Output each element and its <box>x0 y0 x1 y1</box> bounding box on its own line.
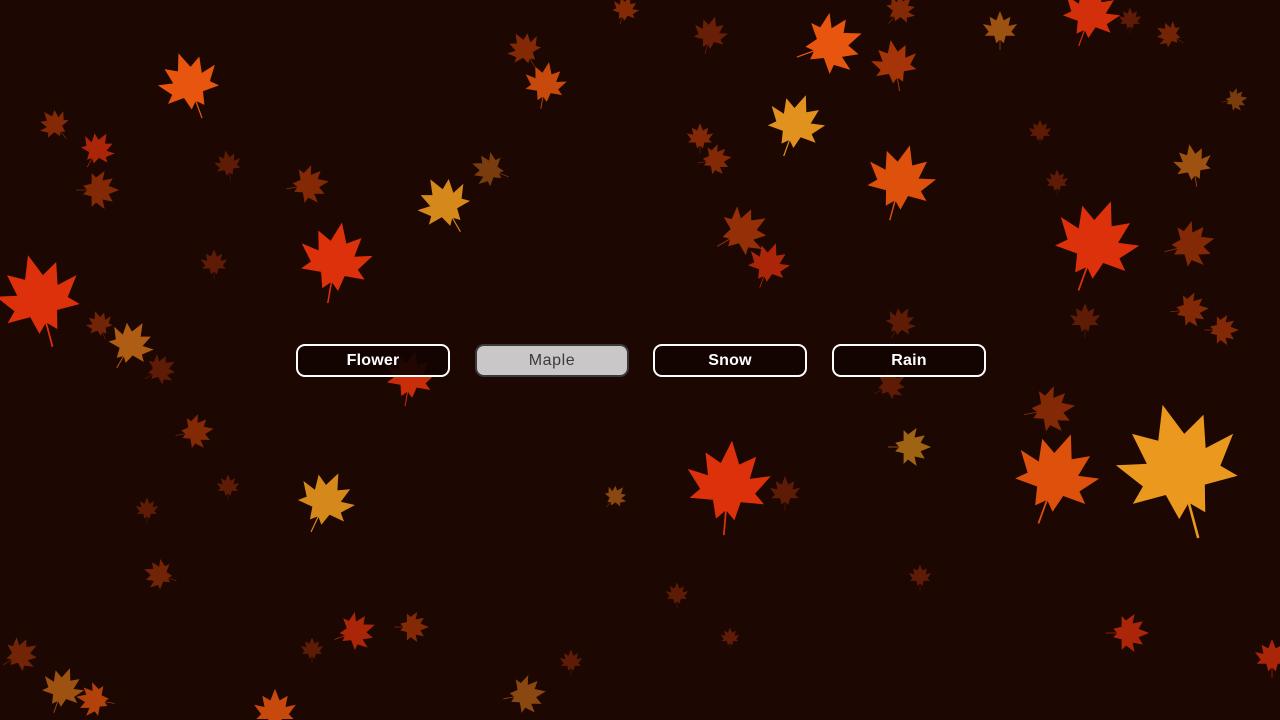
maple-leaf <box>75 171 119 209</box>
maple-leaf <box>293 217 377 311</box>
maple-leaf <box>282 163 332 208</box>
maple-leaf <box>694 142 734 178</box>
falling-leaves-scene: Flower Maple Snow Rain <box>0 0 1280 720</box>
maple-leaf <box>597 480 632 515</box>
rain-effect-button[interactable]: Rain <box>832 344 986 377</box>
maple-leaf <box>151 44 230 129</box>
maple-leaf <box>0 246 92 359</box>
maple-leaf <box>857 137 942 230</box>
maple-leaf <box>0 631 45 680</box>
maple-leaf <box>1052 0 1127 56</box>
maple-leaf <box>285 462 363 545</box>
maple-effect-button[interactable]: Maple <box>475 344 629 377</box>
maple-leaf <box>254 689 296 720</box>
maple-leaf <box>1045 169 1069 196</box>
maple-leaf <box>1028 119 1052 146</box>
maple-leaf <box>33 103 78 149</box>
maple-leaf <box>1105 614 1149 652</box>
maple-leaf <box>135 497 159 524</box>
maple-leaf <box>1151 16 1190 54</box>
maple-leaf <box>868 37 922 96</box>
maple-leaf <box>1000 422 1109 539</box>
maple-leaf <box>887 428 931 466</box>
maple-leaf <box>1019 383 1078 437</box>
flower-effect-button[interactable]: Flower <box>296 344 450 377</box>
maple-leaf <box>300 637 324 664</box>
maple-leaf <box>139 555 182 595</box>
maple-leaf <box>983 11 1017 51</box>
maple-leaf <box>1219 86 1249 114</box>
maple-leaf <box>908 564 932 591</box>
maple-leaf <box>1158 217 1220 274</box>
maple-leaf <box>665 582 689 609</box>
maple-leaf <box>501 25 550 76</box>
maple-leaf <box>499 673 549 718</box>
maple-leaf <box>1171 141 1216 191</box>
maple-leaf <box>408 167 483 245</box>
maple-leaf <box>1118 7 1142 34</box>
maple-leaf <box>201 249 227 280</box>
maple-leaf <box>1168 291 1210 329</box>
effect-selector: Flower Maple Snow Rain <box>296 344 986 378</box>
maple-leaf <box>172 412 216 452</box>
snow-effect-button[interactable]: Snow <box>653 344 807 377</box>
maple-leaf <box>683 438 773 540</box>
maple-leaf <box>1070 303 1100 339</box>
maple-leaf <box>877 0 922 34</box>
maple-leaf <box>688 12 731 59</box>
maple-leaf <box>786 6 871 85</box>
maple-leaf <box>137 349 182 392</box>
maple-leaf <box>393 612 429 642</box>
maple-leaf <box>757 86 832 166</box>
maple-leaf <box>327 607 381 657</box>
maple-leaf <box>1255 639 1280 679</box>
maple-leaf <box>74 680 118 720</box>
maple-leaf <box>770 476 800 512</box>
maple-leaf <box>34 662 89 720</box>
maple-leaf <box>559 649 583 676</box>
maple-leaf <box>720 627 740 650</box>
maple-leaf <box>878 301 921 346</box>
maple-leaf <box>216 474 240 501</box>
maple-leaf <box>607 0 642 30</box>
maple-leaf <box>72 125 121 176</box>
maple-leaf <box>1106 391 1256 555</box>
maple-leaf <box>83 307 118 345</box>
maple-leaf <box>520 59 569 113</box>
maple-leaf <box>1040 189 1149 306</box>
maple-leaf <box>467 148 515 193</box>
maple-leaf <box>1204 315 1239 345</box>
maple-leaf <box>212 148 244 183</box>
